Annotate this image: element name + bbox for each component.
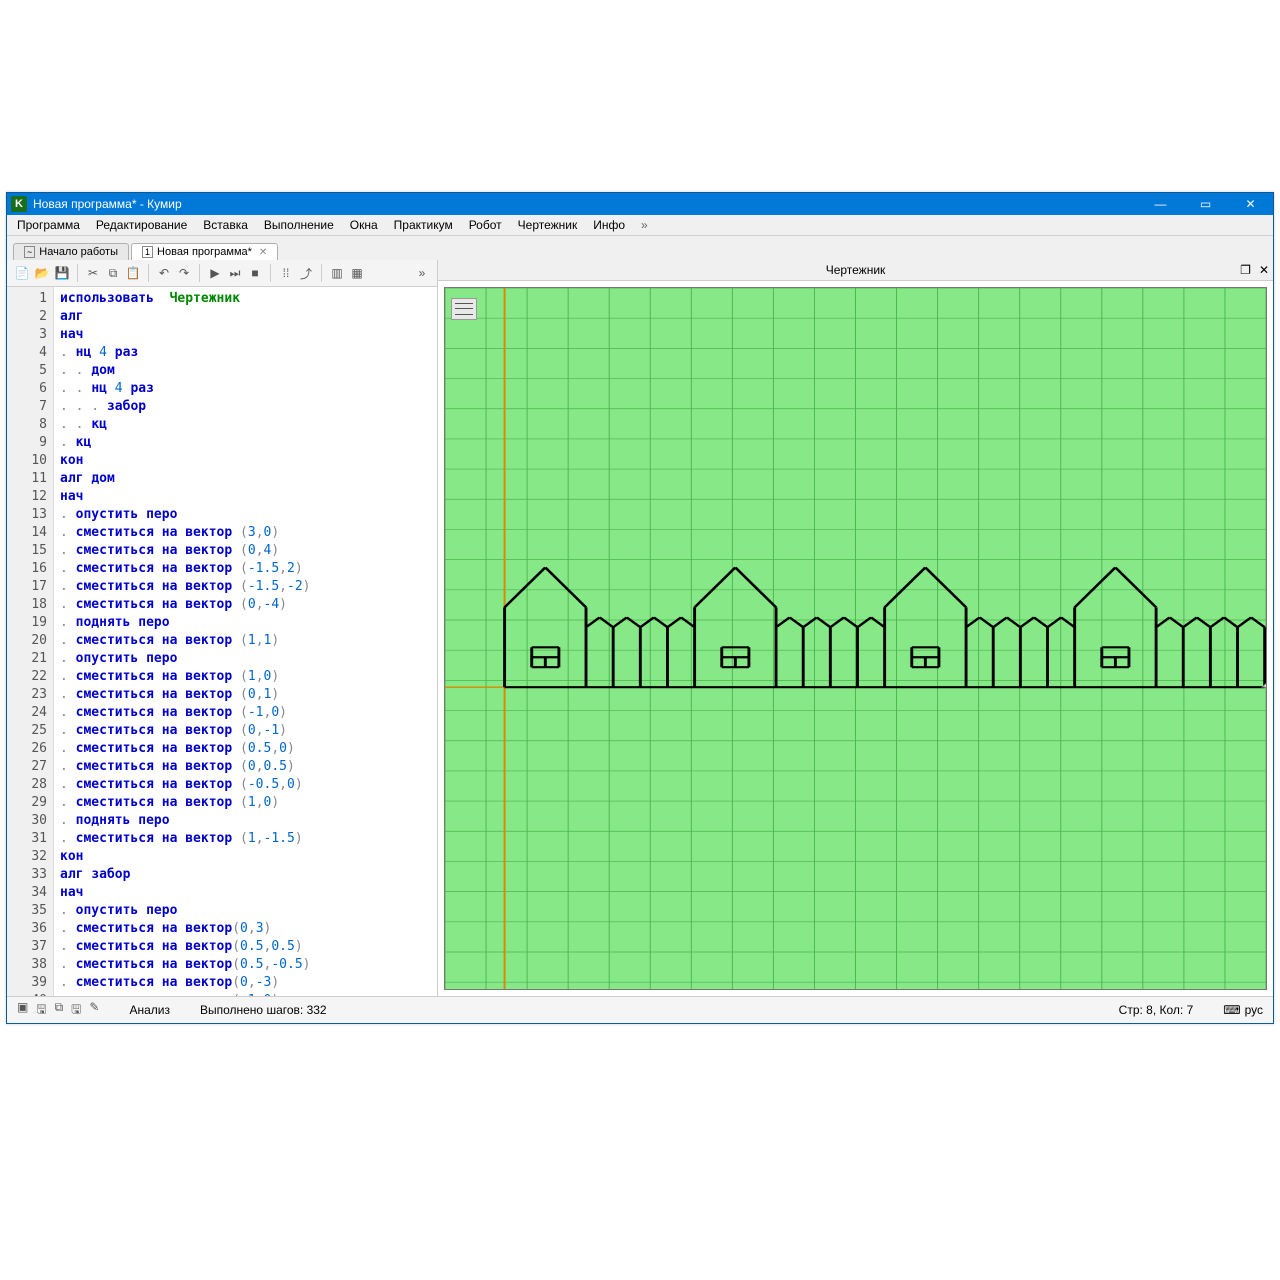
open-file-icon[interactable]: 📂 [33,264,51,282]
minimize-button[interactable]: — [1138,193,1183,215]
cursor-pos: Стр: 8, Кол: 7 [1119,1003,1194,1017]
menu-Выполнение[interactable]: Выполнение [258,217,340,233]
menu-Окна[interactable]: Окна [344,217,384,233]
canvas-menu-icon[interactable] [451,298,477,320]
status-icon[interactable]: 🖫 [36,1000,46,1021]
panel-close-icon[interactable]: ✕ [1259,263,1269,277]
cut-icon[interactable]: ✂ [84,264,102,282]
line-gutter: 1234567891011121314151617181920212223242… [7,287,54,996]
menu-more[interactable]: » [635,217,654,233]
code-editor[interactable]: 1234567891011121314151617181920212223242… [7,287,437,996]
menu-Редактирование[interactable]: Редактирование [90,217,193,233]
status-icon[interactable]: ⧉ [55,1000,64,1021]
layout-a-icon[interactable]: ▥ [328,264,346,282]
menu-Инфо[interactable]: Инфо [587,217,631,233]
menu-Чертежник[interactable]: Чертежник [512,217,584,233]
steps-label: Выполнено шагов: 332 [200,1003,327,1017]
redo-icon[interactable]: ↷ [175,264,193,282]
tab[interactable]: ~Начало работы [13,243,129,260]
undo-icon[interactable]: ↶ [155,264,173,282]
save-file-icon[interactable]: 💾 [53,264,71,282]
maximize-button[interactable]: ▭ [1183,193,1228,215]
run-icon[interactable]: ▶ [206,264,224,282]
new-file-icon[interactable]: 📄 [13,264,31,282]
tab-close-icon[interactable]: ✕ [259,247,267,258]
layout-b-icon[interactable]: ▦ [348,264,366,282]
tool-b-icon[interactable]: ⤴ [297,264,315,282]
tool-a-icon[interactable]: ⁞⁞ [277,264,295,282]
menu-Вставка[interactable]: Вставка [197,217,254,233]
step-icon[interactable]: ⏭ [226,264,244,282]
stop-icon[interactable]: ■ [246,264,264,282]
draw-panel-title: Чертежник ❐ ✕ [438,260,1273,281]
lang-indicator: ⌨рус [1223,1003,1263,1017]
app-icon: K [11,196,27,212]
analysis-label: Анализ [129,1003,170,1017]
status-icon[interactable]: ✎ [89,1000,99,1021]
status-icon[interactable]: 🖫 [71,1000,81,1021]
tab[interactable]: 1Новая программа*✕ [131,243,278,260]
titlebar[interactable]: K Новая программа* - Кумир — ▭ ✕ [7,193,1273,215]
status-icon[interactable]: ▣ [17,1000,28,1021]
toolbar: 📄 📂 💾 ✂ ⧉ 📋 ↶ ↷ ▶ ⏭ ■ ⁞⁞ ⤴ ▥ ▦ [7,260,437,287]
code-area[interactable]: использовать Чертежникалгнач. нц 4 раз. … [54,287,437,996]
copy-icon[interactable]: ⧉ [104,264,122,282]
menu-Робот[interactable]: Робот [463,217,508,233]
window-title: Новая программа* - Кумир [33,197,182,211]
app-window: K Новая программа* - Кумир — ▭ ✕ Програм… [6,192,1274,1024]
close-button[interactable]: ✕ [1228,193,1273,215]
overflow-icon[interactable]: » [413,264,431,282]
menubar: ПрограммаРедактированиеВставкаВыполнение… [7,215,1273,236]
status-bar: ▣ 🖫 ⧉ 🖫 ✎ Анализ Выполнено шагов: 332 Ст… [7,996,1273,1023]
menu-Программа[interactable]: Программа [11,217,86,233]
panel-maximize-icon[interactable]: ❐ [1240,263,1251,277]
paste-icon[interactable]: 📋 [124,264,142,282]
tab-bar: ~Начало работы1Новая программа*✕ [7,236,1273,260]
drawing-canvas[interactable] [444,287,1267,990]
menu-Практикум[interactable]: Практикум [388,217,459,233]
